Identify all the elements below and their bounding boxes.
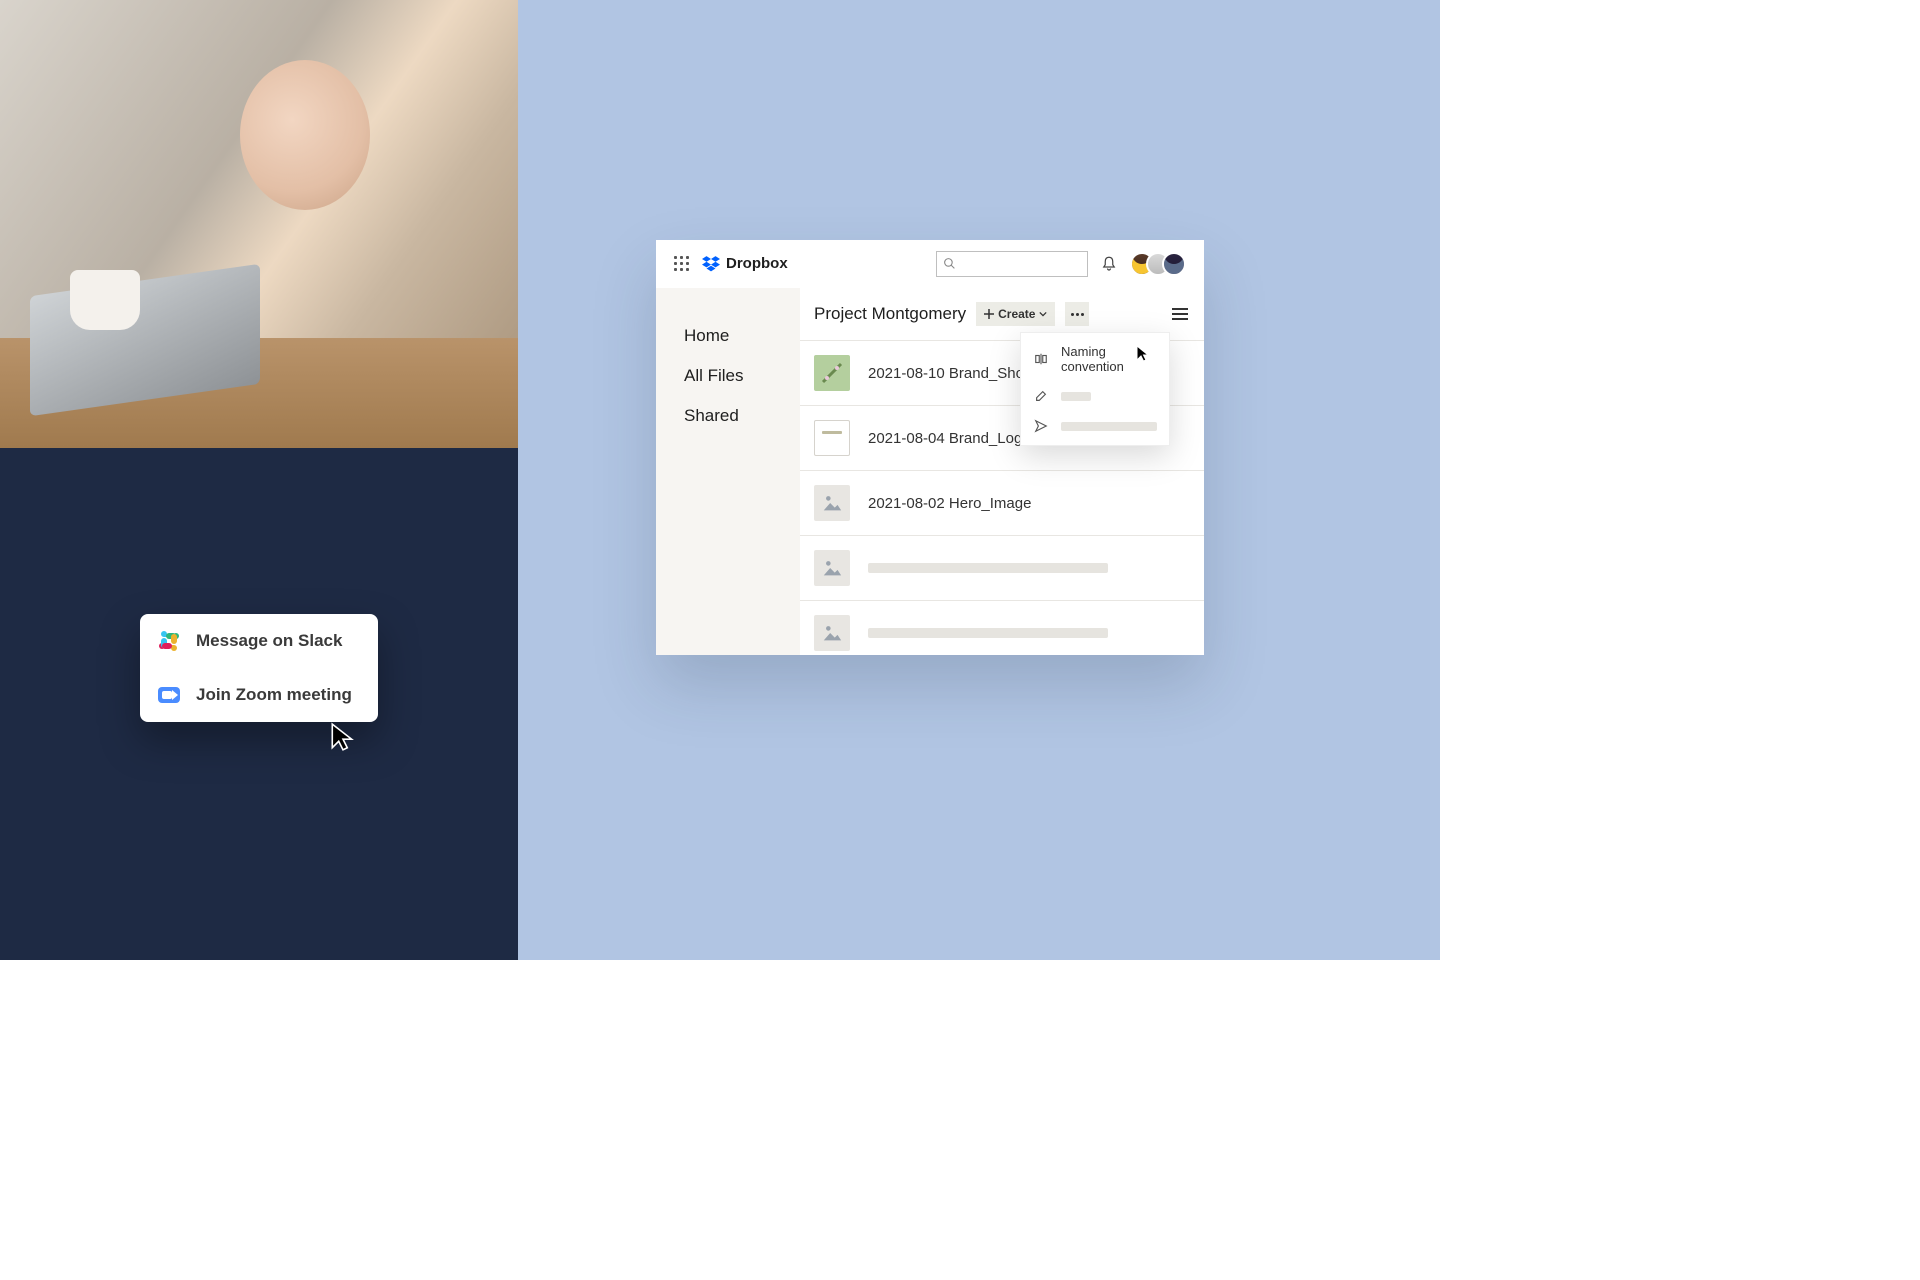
hero-photo	[0, 0, 518, 448]
join-zoom-item[interactable]: Join Zoom meeting	[140, 668, 378, 722]
avatar[interactable]	[1162, 252, 1186, 276]
popover-placeholder	[1061, 422, 1157, 431]
message-on-slack-item[interactable]: Message on Slack	[140, 614, 378, 668]
view-toggle-icon[interactable]	[1170, 306, 1190, 322]
file-thumbnail	[814, 485, 850, 521]
notifications-icon[interactable]	[1100, 255, 1118, 273]
dropbox-logo-icon	[702, 256, 720, 272]
edit-icon	[1033, 388, 1049, 404]
app-launcher-icon[interactable]	[674, 256, 690, 272]
rename-icon	[1033, 351, 1049, 367]
send-icon	[1033, 418, 1049, 434]
zoom-label: Join Zoom meeting	[196, 685, 352, 705]
more-button[interactable]	[1065, 302, 1089, 326]
cursor-icon	[330, 722, 356, 752]
cursor-icon	[1136, 345, 1150, 363]
brand-label: Dropbox	[726, 255, 788, 272]
file-row[interactable]: 2021-08-02 Hero_Image	[800, 471, 1204, 536]
popover-item-send[interactable]	[1021, 411, 1169, 441]
file-thumbnail	[814, 420, 850, 456]
file-thumbnail	[814, 615, 850, 651]
file-thumbnail	[814, 550, 850, 586]
sidebar-item-shared[interactable]: Shared	[684, 396, 800, 436]
slack-label: Message on Slack	[196, 631, 342, 651]
file-thumbnail	[814, 355, 850, 391]
file-name: 2021-08-04 Brand_Logo2	[868, 430, 1039, 447]
search-input[interactable]	[936, 251, 1088, 277]
file-name: 2021-08-02 Hero_Image	[868, 495, 1031, 512]
integration-menu: Message on Slack Join Zoom meeting	[140, 614, 378, 722]
popover-item-edit[interactable]	[1021, 381, 1169, 411]
file-name-placeholder	[868, 628, 1108, 638]
file-name: 2021-08-10 Brand_Shoot3	[868, 365, 1045, 382]
brand[interactable]: Dropbox	[702, 255, 788, 272]
file-row[interactable]	[800, 536, 1204, 601]
popover-placeholder	[1061, 392, 1091, 401]
folder-title: Project Montgomery	[814, 304, 966, 324]
slack-icon	[158, 630, 180, 652]
sidebar-item-all-files[interactable]: All Files	[684, 356, 800, 396]
file-row[interactable]	[800, 601, 1204, 665]
plus-icon	[984, 309, 994, 319]
zoom-icon	[158, 684, 180, 706]
sidebar-item-home[interactable]: Home	[684, 316, 800, 356]
search-icon	[943, 257, 956, 270]
dropbox-window: Dropbox Home All Files Sha	[656, 240, 1204, 655]
collaborator-avatars[interactable]	[1130, 252, 1186, 276]
sidebar: Home All Files Shared	[656, 288, 800, 655]
file-name-placeholder	[868, 563, 1108, 573]
chevron-down-icon	[1039, 310, 1047, 318]
more-icon	[1071, 313, 1084, 316]
create-label: Create	[998, 307, 1035, 321]
create-button[interactable]: Create	[976, 302, 1055, 326]
